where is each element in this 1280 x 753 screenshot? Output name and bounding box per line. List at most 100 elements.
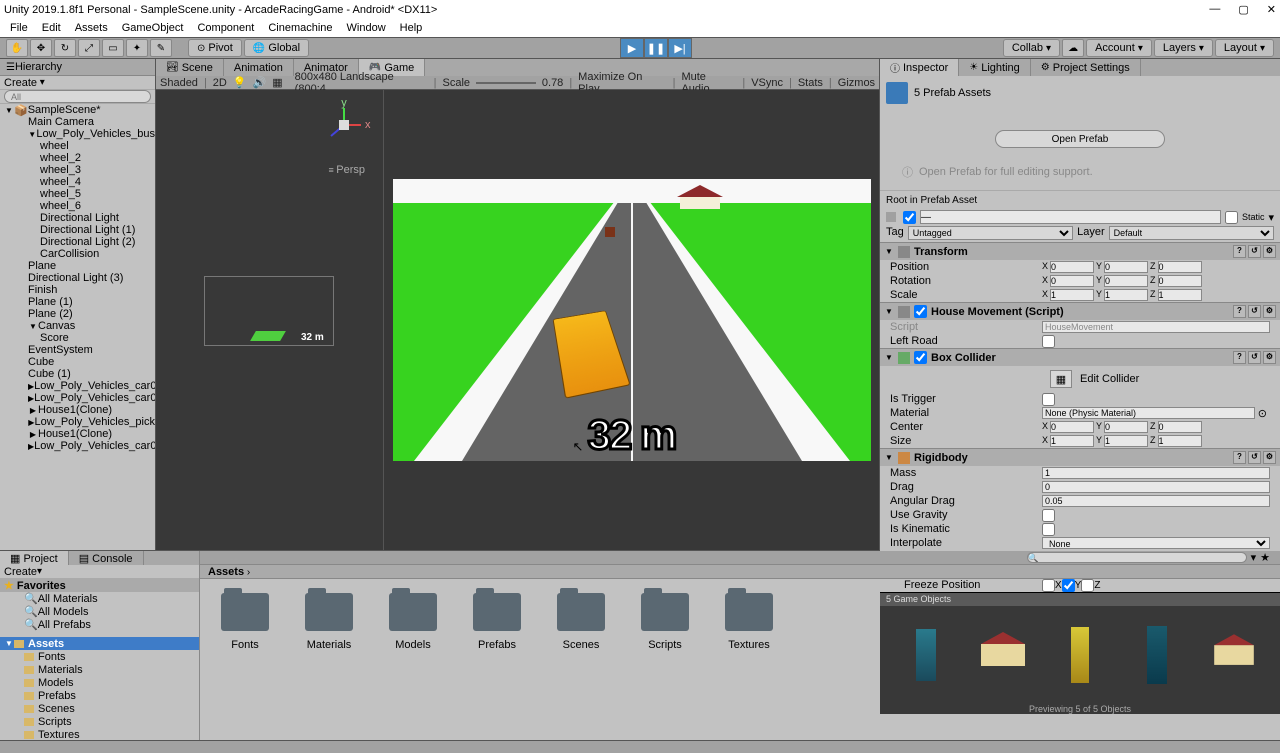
size-z[interactable]	[1158, 435, 1202, 447]
gizmos-toggle[interactable]: Gizmos	[838, 77, 875, 89]
reset-icon[interactable]: ↺	[1248, 451, 1261, 464]
tree-item[interactable]: Finish	[0, 284, 155, 296]
tab-lighting[interactable]: ☀ Lighting	[959, 59, 1031, 76]
audio-icon[interactable]: 🔊	[253, 76, 267, 89]
help-icon[interactable]: ?	[1233, 351, 1246, 364]
scale-tool-icon[interactable]: ⤢	[78, 39, 100, 57]
tree-item[interactable]: wheel	[0, 140, 155, 152]
drag-field[interactable]	[1042, 481, 1270, 493]
material-field[interactable]	[1042, 407, 1255, 419]
cloud-icon[interactable]: ☁	[1062, 39, 1084, 57]
scale-slider[interactable]	[476, 82, 536, 84]
assets-header[interactable]: ▼Assets	[0, 637, 199, 650]
scale-y[interactable]	[1104, 289, 1148, 301]
tree-item[interactable]: Cube (1)	[0, 368, 155, 380]
tree-item[interactable]: ▼Low_Poly_Vehicles_bus	[0, 128, 155, 140]
pause-button[interactable]: ❚❚	[644, 38, 668, 58]
tree-item[interactable]: ▶Low_Poly_Vehicles_car0	[0, 380, 155, 392]
close-icon[interactable]: ✕	[1267, 3, 1276, 16]
2d-toggle[interactable]: 2D	[213, 77, 227, 89]
move-tool-icon[interactable]: ✥	[30, 39, 52, 57]
tree-item[interactable]: Textures	[0, 728, 199, 740]
scale-z[interactable]	[1158, 289, 1202, 301]
size-x[interactable]	[1050, 435, 1094, 447]
menu-edit[interactable]: Edit	[36, 20, 67, 36]
tree-item[interactable]: Scenes	[0, 702, 199, 715]
tab-project-settings[interactable]: ⚙ Project Settings	[1031, 59, 1141, 76]
stats-toggle[interactable]: Stats	[798, 77, 823, 89]
tab-animation[interactable]: Animation	[224, 59, 294, 76]
light-icon[interactable]: 💡	[233, 76, 247, 89]
game-view[interactable]: 32 m ↖	[384, 90, 879, 550]
tree-item[interactable]: ▶Low_Poly_Vehicles_car0	[0, 440, 155, 452]
menu-window[interactable]: Window	[341, 20, 392, 36]
tree-item[interactable]: ▶Low_Poly_Vehicles_pick	[0, 416, 155, 428]
gear-icon[interactable]: ⚙	[1263, 351, 1276, 364]
menu-component[interactable]: Component	[191, 20, 260, 36]
rot-y[interactable]	[1104, 275, 1148, 287]
tree-item[interactable]: Prefabs	[0, 689, 199, 702]
help-icon[interactable]: ?	[1233, 305, 1246, 318]
tree-item[interactable]: Score	[0, 332, 155, 344]
tree-item[interactable]: Directional Light	[0, 212, 155, 224]
folder-item[interactable]: Scripts	[638, 593, 692, 651]
tree-item[interactable]: Main Camera	[0, 116, 155, 128]
tree-item[interactable]: Materials	[0, 663, 199, 676]
create-dropdown[interactable]: Create	[4, 566, 37, 578]
tree-item[interactable]: Plane (1)	[0, 296, 155, 308]
tree-item[interactable]: Fonts	[0, 650, 199, 663]
tree-item[interactable]: Cube	[0, 356, 155, 368]
save-icon[interactable]: ★	[1260, 551, 1270, 564]
is-trigger-checkbox[interactable]	[1042, 393, 1055, 406]
angular-drag-field[interactable]	[1042, 495, 1270, 507]
tab-scene[interactable]: 🏞 Scene	[156, 59, 224, 76]
edit-collider-button[interactable]: ▦	[1050, 370, 1072, 388]
menu-assets[interactable]: Assets	[69, 20, 114, 36]
rot-x[interactable]	[1050, 275, 1094, 287]
tree-item[interactable]: Models	[0, 676, 199, 689]
project-search[interactable]	[1027, 552, 1247, 563]
minimize-icon[interactable]: —	[1209, 3, 1220, 16]
create-dropdown[interactable]: Create	[4, 77, 37, 89]
help-icon[interactable]: ?	[1233, 245, 1246, 258]
scene-root[interactable]: ▼📦 SampleScene*	[0, 104, 155, 116]
gear-icon[interactable]: ⚙	[1263, 305, 1276, 318]
menu-gameobject[interactable]: GameObject	[116, 20, 190, 36]
tree-item[interactable]: ▼Canvas	[0, 320, 155, 332]
step-button[interactable]: ▶|	[668, 38, 692, 58]
tree-item[interactable]: Plane (2)	[0, 308, 155, 320]
gear-icon[interactable]: ⚙	[1263, 245, 1276, 258]
layers-button[interactable]: Layers ▾	[1154, 39, 1213, 57]
tree-item[interactable]: Directional Light (3)	[0, 272, 155, 284]
center-y[interactable]	[1104, 421, 1148, 433]
vsync-toggle[interactable]: VSync	[751, 77, 783, 89]
filter-icon[interactable]: ▾	[1251, 551, 1257, 564]
pivot-button[interactable]: ⊙ Pivot	[188, 39, 242, 57]
use-gravity-checkbox[interactable]	[1042, 509, 1055, 522]
maximize-icon[interactable]: ▢	[1238, 3, 1248, 16]
reset-icon[interactable]: ↺	[1248, 305, 1261, 318]
component-enabled[interactable]	[914, 351, 927, 364]
object-picker-icon[interactable]: ⊙	[1255, 407, 1270, 420]
transform-tool-icon[interactable]: ✦	[126, 39, 148, 57]
tab-console[interactable]: ▤ Console	[69, 551, 144, 565]
rotate-tool-icon[interactable]: ↻	[54, 39, 76, 57]
rot-z[interactable]	[1158, 275, 1202, 287]
pos-x[interactable]	[1050, 261, 1094, 273]
tree-item[interactable]: 🔍 All Prefabs	[0, 618, 199, 631]
shaded-dropdown[interactable]: Shaded	[160, 77, 198, 89]
hierarchy-search[interactable]	[4, 90, 151, 103]
tree-item[interactable]: ▶Low_Poly_Vehicles_car0	[0, 392, 155, 404]
tree-item[interactable]: 🔍 All Materials	[0, 592, 199, 605]
play-button[interactable]: ▶	[620, 38, 644, 58]
component-enabled[interactable]	[914, 305, 927, 318]
static-checkbox[interactable]	[1225, 211, 1238, 224]
tree-item[interactable]: Directional Light (2)	[0, 236, 155, 248]
collab-button[interactable]: Collab ▾	[1003, 39, 1060, 57]
reset-icon[interactable]: ↺	[1248, 245, 1261, 258]
gameobject-name-input[interactable]	[920, 210, 1221, 224]
folder-item[interactable]: Prefabs	[470, 593, 524, 651]
menu-cinemachine[interactable]: Cinemachine	[262, 20, 338, 36]
rect-tool-icon[interactable]: ▭	[102, 39, 124, 57]
custom-tool-icon[interactable]: ✎	[150, 39, 172, 57]
